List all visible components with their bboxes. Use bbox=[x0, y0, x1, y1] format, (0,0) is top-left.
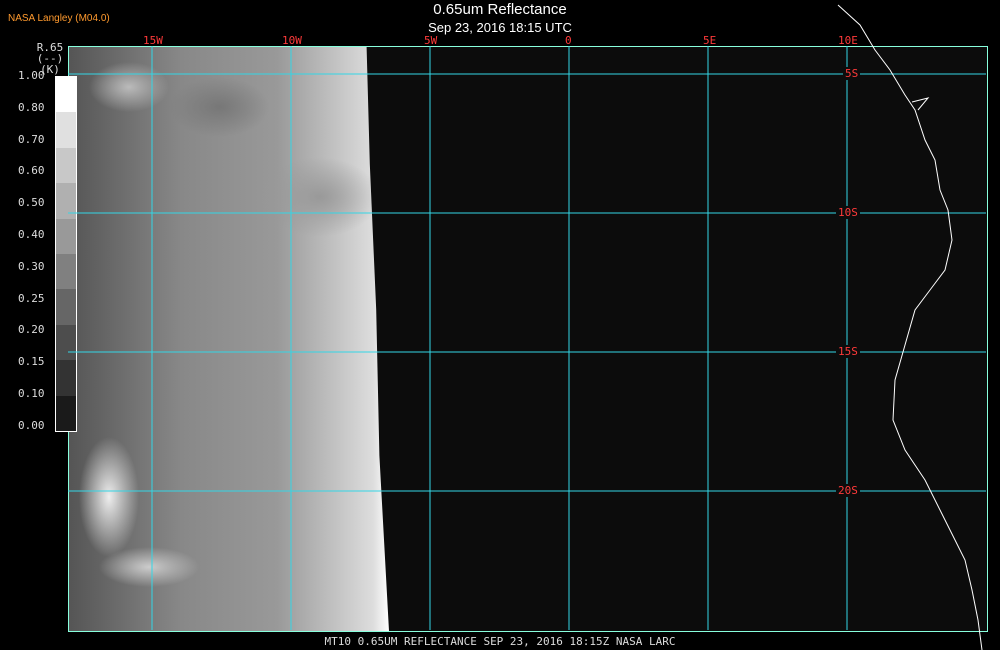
lon-label-0: 0 bbox=[565, 34, 572, 47]
lon-label-5w: 5W bbox=[424, 34, 438, 47]
lat-label-15s: 15S bbox=[836, 345, 860, 358]
lat-label-10s: 10S bbox=[836, 206, 860, 219]
footer-caption: MT10 0.65UM REFLECTANCE SEP 23, 2016 18:… bbox=[324, 635, 676, 648]
lon-label-10e: 10E bbox=[838, 34, 858, 47]
lat-lon-grid bbox=[68, 4, 986, 650]
lon-label-5e: 5E bbox=[703, 34, 717, 47]
lat-label-5s: 5S bbox=[843, 67, 861, 80]
coastline bbox=[837, 4, 983, 650]
lat-label-20s: 20S bbox=[836, 484, 860, 497]
lon-label-15w: 15W bbox=[143, 34, 163, 47]
lon-label-10w: 10W bbox=[282, 34, 302, 47]
